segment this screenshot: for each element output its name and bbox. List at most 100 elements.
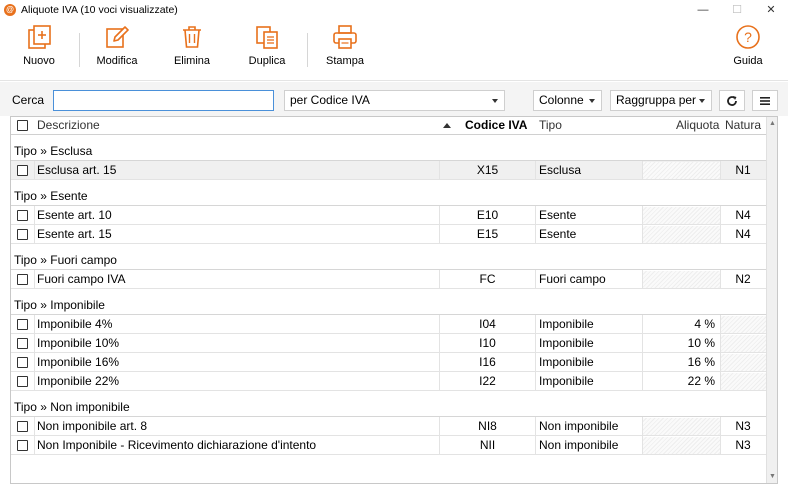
column-divider [535, 270, 536, 289]
row-checkbox[interactable] [17, 440, 28, 451]
group-header[interactable]: Tipo » Imponibile [11, 289, 767, 315]
refresh-button[interactable] [719, 90, 745, 111]
scroll-up-icon[interactable]: ▲ [769, 120, 776, 127]
table-row[interactable]: Esclusa art. 15 X15 Esclusa N1 [11, 161, 767, 180]
cell-natura [721, 353, 765, 372]
columns-dropdown[interactable]: Colonne [533, 90, 602, 111]
cell-natura: N2 [735, 272, 751, 286]
cell-tipo: Non imponibile [539, 438, 619, 452]
group-label: Tipo » Fuori campo [14, 253, 117, 267]
minimize-button[interactable]: — [686, 0, 720, 19]
vertical-scrollbar[interactable]: ▲ ▼ [766, 117, 777, 483]
row-checkbox[interactable] [17, 210, 28, 221]
search-bar: Cerca per Codice IVA Colonne Raggruppa p… [0, 82, 788, 116]
cell-codice-iva: FC [479, 272, 496, 286]
column-header-aliquota[interactable]: Aliquota [676, 117, 719, 135]
row-checkbox[interactable] [17, 229, 28, 240]
cell-codice-iva: E10 [476, 208, 499, 222]
group-header[interactable]: Tipo » Fuori campo [11, 244, 767, 270]
scroll-down-icon[interactable]: ▼ [769, 473, 776, 480]
select-all-checkbox[interactable] [17, 120, 28, 131]
cell-aliquota: 10 % [687, 336, 715, 350]
row-checkbox[interactable] [17, 319, 28, 330]
column-divider [34, 161, 35, 180]
grid-header: Descrizione Codice IVA Tipo Aliquota Nat… [11, 117, 767, 135]
group-by-dropdown[interactable]: Raggruppa per [610, 90, 712, 111]
column-divider [34, 417, 35, 436]
table-row[interactable]: Non Imponibile - Ricevimento dichiarazio… [11, 436, 767, 455]
search-field-value: per Codice IVA [290, 93, 370, 107]
cell-natura: N3 [735, 419, 751, 433]
row-checkbox[interactable] [17, 357, 28, 368]
column-header-tipo[interactable]: Tipo [539, 117, 562, 135]
cell-natura: N4 [735, 227, 751, 241]
cell-descrizione: Esente art. 10 [37, 208, 112, 222]
title-bar: @ Aliquote IVA (10 voci visualizzate) — … [0, 0, 788, 19]
cell-natura: N3 [735, 438, 751, 452]
edit-button[interactable]: Modifica [82, 22, 152, 78]
print-label: Stampa [326, 55, 364, 67]
printer-icon [333, 25, 357, 49]
edit-label: Modifica [96, 55, 138, 67]
cell-codice-iva: E15 [476, 227, 499, 241]
row-checkbox[interactable] [17, 421, 28, 432]
menu-button[interactable] [752, 90, 778, 111]
table-row[interactable]: Fuori campo IVA FC Fuori campo N2 [11, 270, 767, 289]
cell-aliquota [643, 161, 715, 180]
maximize-button[interactable]: ☐ [720, 0, 754, 19]
new-button[interactable]: Nuovo [4, 22, 74, 78]
group-header[interactable]: Tipo » Non imponibile [11, 391, 767, 417]
table-row[interactable]: Esente art. 10 E10 Esente N4 [11, 206, 767, 225]
row-checkbox[interactable] [17, 165, 28, 176]
group-header[interactable]: Tipo » Esente [11, 180, 767, 206]
table-row[interactable]: Imponibile 22% I22 Imponibile 22 % [11, 372, 767, 391]
column-divider [535, 225, 536, 244]
print-button[interactable]: Stampa [310, 22, 380, 78]
cell-descrizione: Imponibile 4% [37, 317, 113, 331]
row-checkbox[interactable] [17, 376, 28, 387]
search-field-select[interactable]: per Codice IVA [284, 90, 505, 111]
table-row[interactable]: Esente art. 15 E15 Esente N4 [11, 225, 767, 244]
column-divider [34, 353, 35, 372]
search-label: Cerca [12, 93, 45, 107]
hamburger-menu-icon [760, 96, 770, 105]
group-label: Tipo » Non imponibile [14, 400, 130, 414]
help-button[interactable]: ? Guida [713, 22, 783, 78]
duplicate-button[interactable]: Duplica [232, 22, 302, 78]
table-row[interactable]: Imponibile 10% I10 Imponibile 10 % [11, 334, 767, 353]
cell-tipo: Imponibile [539, 355, 594, 369]
cell-aliquota [643, 206, 715, 225]
new-label: Nuovo [23, 55, 55, 67]
trash-icon [183, 26, 201, 48]
search-input[interactable] [53, 90, 274, 111]
cell-tipo: Esente [539, 208, 577, 222]
cell-aliquota [643, 417, 715, 436]
cell-tipo: Imponibile [539, 317, 594, 331]
cell-tipo: Non imponibile [539, 419, 619, 433]
columns-label: Colonne [539, 93, 584, 107]
column-header-codice-iva[interactable]: Codice IVA [465, 117, 527, 135]
column-divider [34, 225, 35, 244]
column-header-descrizione[interactable]: Descrizione [37, 117, 100, 135]
cell-aliquota [643, 270, 715, 289]
table-row[interactable]: Non imponibile art. 8 NI8 Non imponibile N3 [11, 417, 767, 436]
table-row[interactable]: Imponibile 16% I16 Imponibile 16 % [11, 353, 767, 372]
cell-descrizione: Fuori campo IVA [37, 272, 126, 286]
group-header[interactable]: Tipo » Esclusa [11, 135, 767, 161]
column-divider [535, 436, 536, 455]
close-button[interactable]: ✕ [754, 0, 788, 19]
cell-descrizione: Non Imponibile - Ricevimento dichiarazio… [37, 438, 317, 452]
column-divider [34, 206, 35, 225]
cell-tipo: Imponibile [539, 374, 594, 388]
column-divider [34, 372, 35, 391]
table-row[interactable]: Imponibile 4% I04 Imponibile 4 % [11, 315, 767, 334]
column-header-natura[interactable]: Natura [725, 117, 761, 135]
cell-aliquota: 4 % [694, 317, 715, 331]
cell-tipo: Esente [539, 227, 577, 241]
row-checkbox[interactable] [17, 274, 28, 285]
cell-descrizione: Esente art. 15 [37, 227, 112, 241]
help-label: Guida [733, 55, 763, 67]
delete-button[interactable]: Elimina [157, 22, 227, 78]
row-checkbox[interactable] [17, 338, 28, 349]
cell-codice-iva: X15 [476, 163, 499, 177]
